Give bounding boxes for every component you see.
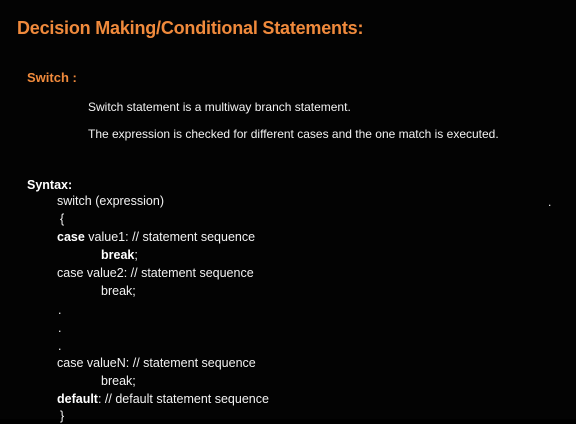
case1-keyword: case bbox=[57, 230, 85, 244]
code-case1-line: case value1: // statement sequence bbox=[57, 229, 255, 245]
switch-description-line-1: Switch statement is a multiway branch st… bbox=[88, 100, 351, 114]
code-switch-line: switch (expression) bbox=[57, 194, 164, 208]
default-text: : // default statement sequence bbox=[97, 392, 269, 406]
code-break1-line: break; bbox=[101, 247, 138, 263]
side-dot: . bbox=[548, 195, 552, 209]
code-ellipsis-dot-2: . bbox=[58, 321, 62, 335]
code-open-brace: { bbox=[60, 212, 65, 226]
case1-text: value1: // statement sequence bbox=[84, 230, 256, 244]
switch-heading: Switch : bbox=[27, 70, 77, 85]
break1-semicolon: ; bbox=[134, 248, 138, 262]
slide-title: Decision Making/Conditional Statements: bbox=[17, 18, 364, 38]
syntax-heading: Syntax: bbox=[27, 178, 73, 192]
switch-description-line-2: The expression is checked for different … bbox=[88, 127, 499, 141]
break1-keyword: break bbox=[101, 248, 135, 262]
code-caseN-line: case valueN: // statement sequence bbox=[57, 356, 256, 370]
code-ellipsis-dot-3: . bbox=[58, 339, 62, 353]
code-breakN-line: break; bbox=[101, 374, 136, 388]
code-default-line: default: // default statement sequence bbox=[57, 391, 269, 407]
code-ellipsis-dot-1: . bbox=[58, 303, 62, 317]
slide: Decision Making/Conditional Statements: … bbox=[0, 0, 576, 423]
code-break2-line: break; bbox=[101, 284, 136, 298]
code-case2-line: case value2: // statement sequence bbox=[57, 266, 254, 280]
code-close-brace: } bbox=[60, 409, 65, 423]
default-keyword: default bbox=[57, 392, 98, 406]
